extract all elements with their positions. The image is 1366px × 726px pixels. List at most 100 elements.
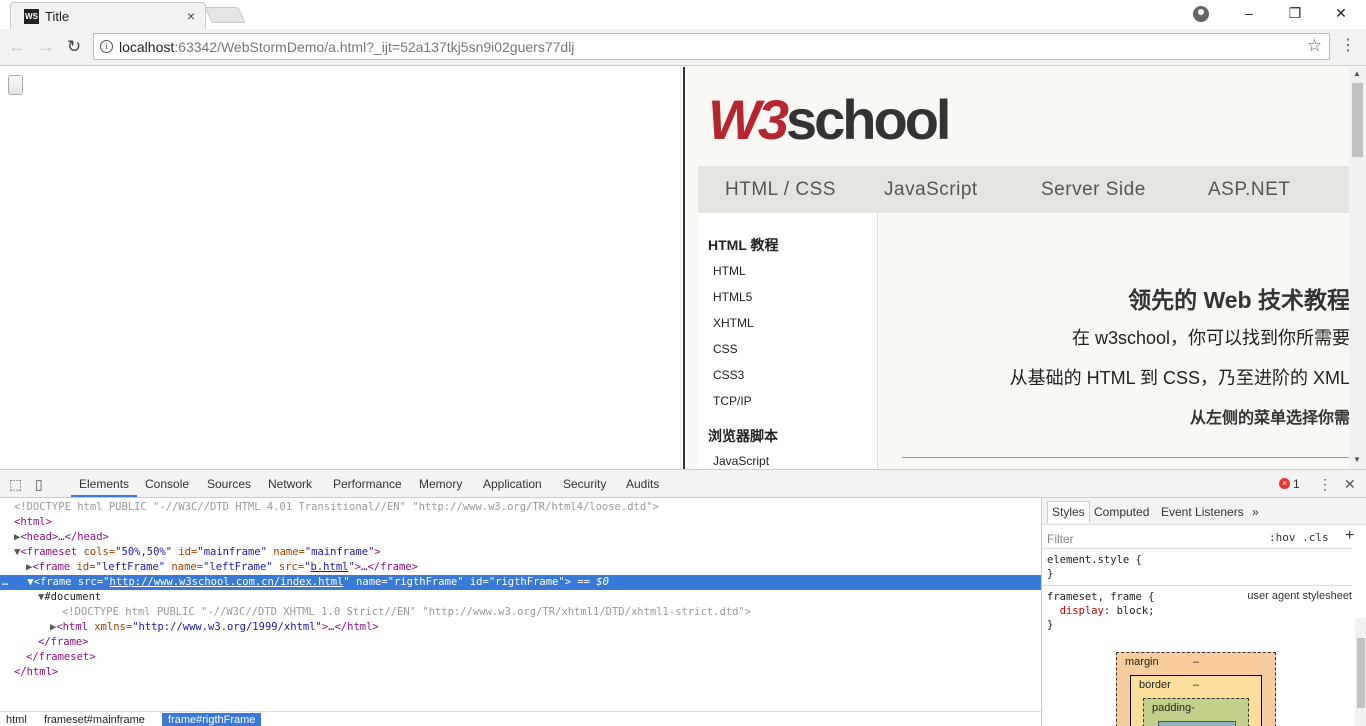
scrollbar-thumb[interactable] <box>1352 83 1363 157</box>
browser-menu-icon[interactable]: ⋮ <box>1340 36 1356 56</box>
profile-icon[interactable] <box>1193 6 1209 22</box>
box-margin-value[interactable]: – <box>1193 656 1199 668</box>
attr-name: name= <box>266 546 305 558</box>
error-icon[interactable]: × <box>1279 478 1290 489</box>
dom-line-inner-html[interactable]: ▶<html xmlns="http://www.w3.org/1999/xht… <box>0 620 1041 635</box>
nav-asp-net[interactable]: ASP.NET <box>1208 179 1290 201</box>
address-bar[interactable]: i localhost:63342/WebStormDemo/a.html?_i… <box>93 33 1330 60</box>
tab-audits[interactable]: Audits <box>626 477 659 491</box>
document-node: #document <box>44 591 102 603</box>
menu-item-javascript[interactable]: JavaScript <box>713 454 769 468</box>
ua-rule-declaration[interactable]: display: block; <box>1047 604 1347 618</box>
attr-value: "rigthFrame" <box>387 576 464 588</box>
frame-tag: <frame <box>32 561 71 573</box>
hov-cls-toggles[interactable]: :hov .cls <box>1269 531 1329 544</box>
dom-line-document[interactable]: ▼#document <box>0 590 1041 605</box>
hero-line-3: 从基础的 HTML 到 CSS，乃至进阶的 XML <box>1009 368 1350 388</box>
devtools-menu-icon[interactable]: ⋮ <box>1318 476 1332 493</box>
scroll-down-icon[interactable]: ▼ <box>1353 455 1361 464</box>
tab-application[interactable]: Application <box>483 477 542 491</box>
nav-html-css[interactable]: HTML / CSS <box>725 179 836 201</box>
tab-event-listeners[interactable]: Event Listeners <box>1161 505 1244 519</box>
back-icon[interactable]: ← <box>7 37 27 57</box>
breadcrumb-frame-selected[interactable]: frame#rigthFrame <box>162 713 262 726</box>
more-tabs-icon[interactable]: » <box>1252 505 1259 519</box>
tab-sources[interactable]: Sources <box>207 477 251 491</box>
css-value: : block; <box>1103 605 1155 617</box>
info-icon[interactable]: i <box>100 40 113 53</box>
reload-icon[interactable]: ↻ <box>64 37 84 57</box>
forward-icon[interactable]: → <box>36 37 56 57</box>
src-link[interactable]: http://www.w3school.com.cn/index.html <box>110 576 344 588</box>
box-border-value[interactable]: – <box>1193 679 1199 691</box>
page-scrollbar[interactable]: ▲ ▼ <box>1349 67 1366 469</box>
attr-value: "mainframe" <box>304 546 375 558</box>
breadcrumb-html[interactable]: html <box>0 713 33 726</box>
scroll-up-icon[interactable]: ▲ <box>1353 69 1361 78</box>
devtools-close-icon[interactable]: ✕ <box>1344 476 1356 493</box>
dom-line-frameset[interactable]: ▼<frameset cols="50%,50%" id="mainframe"… <box>0 545 1041 560</box>
tab-elements[interactable]: Elements <box>79 477 129 491</box>
tab-network[interactable]: Network <box>268 477 312 491</box>
new-style-rule-icon[interactable]: + <box>1345 527 1354 545</box>
tab-styles[interactable]: Styles <box>1047 501 1090 523</box>
nav-server-side[interactable]: Server Side <box>1041 179 1146 201</box>
empty-button[interactable] <box>8 75 23 95</box>
dom-line-html-close[interactable]: </html> <box>0 665 1041 680</box>
dom-line-left-frame[interactable]: ▶<frame id="leftFrame" name="leftFrame" … <box>0 560 1041 575</box>
attr-name: name= <box>349 576 388 588</box>
url-text[interactable]: localhost:63342/WebStormDemo/a.html?_ijt… <box>119 39 574 55</box>
menu-item-tcpip[interactable]: TCP/IP <box>713 394 752 408</box>
dom-line-html[interactable]: <html> <box>0 515 1041 530</box>
inspect-element-icon[interactable]: ⬚ <box>9 476 22 493</box>
box-padding-region: padding- <box>1143 698 1249 726</box>
logo-w3: W3 <box>708 88 789 151</box>
attr-value: "leftFrame" <box>95 561 166 573</box>
hero-section: 领先的 Web 技术教程 在 w3school，你可以找到你所需要 从基础的 H… <box>878 213 1350 469</box>
element-style-rule[interactable]: element.style { } <box>1042 548 1352 585</box>
tab-computed[interactable]: Computed <box>1094 505 1149 519</box>
styles-filter-input[interactable]: Filter <box>1047 532 1074 546</box>
maximize-button[interactable]: ❐ <box>1272 0 1318 29</box>
menu-item-html5[interactable]: HTML5 <box>713 290 752 304</box>
bookmark-star-icon[interactable]: ☆ <box>1307 36 1322 56</box>
new-tab-button[interactable] <box>204 7 246 23</box>
tab-console[interactable]: Console <box>145 477 189 491</box>
styles-scrollbar[interactable] <box>1355 618 1366 726</box>
rule-end: } <box>1047 568 1054 580</box>
menu-item-css[interactable]: CSS <box>713 342 738 356</box>
dom-line-doctype[interactable]: <!DOCTYPE html PUBLIC "-//W3C//DTD HTML … <box>0 500 1041 515</box>
dom-line-right-frame-selected[interactable]: … ▼<frame src="http://www.w3school.com.c… <box>0 575 1041 590</box>
attr-name: id= <box>172 546 198 558</box>
tab-strip: WS Title × – ❐ ✕ <box>0 0 1366 29</box>
attr-value: "50%,50%" <box>115 546 173 558</box>
tab-security[interactable]: Security <box>563 477 606 491</box>
tab-close-icon[interactable]: × <box>187 8 195 24</box>
styles-scrollbar-thumb[interactable] <box>1357 638 1365 708</box>
menu-heading-browser-script: 浏览器脚本 <box>708 428 778 444</box>
w3school-logo[interactable]: W3school <box>708 87 951 152</box>
minimize-button[interactable]: – <box>1226 0 1272 29</box>
browser-toolbar: ← → ↻ i localhost:63342/WebStormDemo/a.h… <box>0 29 1366 66</box>
dom-line-inner-doctype[interactable]: <!DOCTYPE html PUBLIC "-//W3C//DTD XHTML… <box>0 605 1041 620</box>
browser-tab[interactable]: WS Title × <box>10 2 206 29</box>
menu-item-xhtml[interactable]: XHTML <box>713 316 754 330</box>
left-frame <box>0 67 680 469</box>
tab-performance[interactable]: Performance <box>333 477 402 491</box>
dom-line-head[interactable]: ▶<head>…</head> <box>0 530 1041 545</box>
nav-javascript[interactable]: JavaScript <box>884 179 978 201</box>
dom-line-frameset-close[interactable]: </frameset> <box>0 650 1041 665</box>
close-window-button[interactable]: ✕ <box>1318 0 1364 29</box>
error-count[interactable]: 1 <box>1293 477 1300 491</box>
src-link[interactable]: b.html <box>311 561 349 573</box>
dom-line-frame-close[interactable]: </frame> <box>0 635 1041 650</box>
menu-item-css3[interactable]: CSS3 <box>713 368 744 382</box>
frameset-close-tag: </frameset> <box>26 651 96 663</box>
hero-line-4: 从左侧的菜单选择你需 <box>1189 410 1350 427</box>
breadcrumb-frameset[interactable]: frameset#mainframe <box>38 713 151 726</box>
ua-style-rule[interactable]: user agent stylesheet frameset, frame { … <box>1042 585 1352 636</box>
device-toolbar-icon[interactable]: ▯ <box>35 476 43 493</box>
styles-tabbar: Styles Computed Event Listeners » <box>1042 498 1366 525</box>
menu-item-html[interactable]: HTML <box>713 264 746 278</box>
tab-memory[interactable]: Memory <box>419 477 462 491</box>
